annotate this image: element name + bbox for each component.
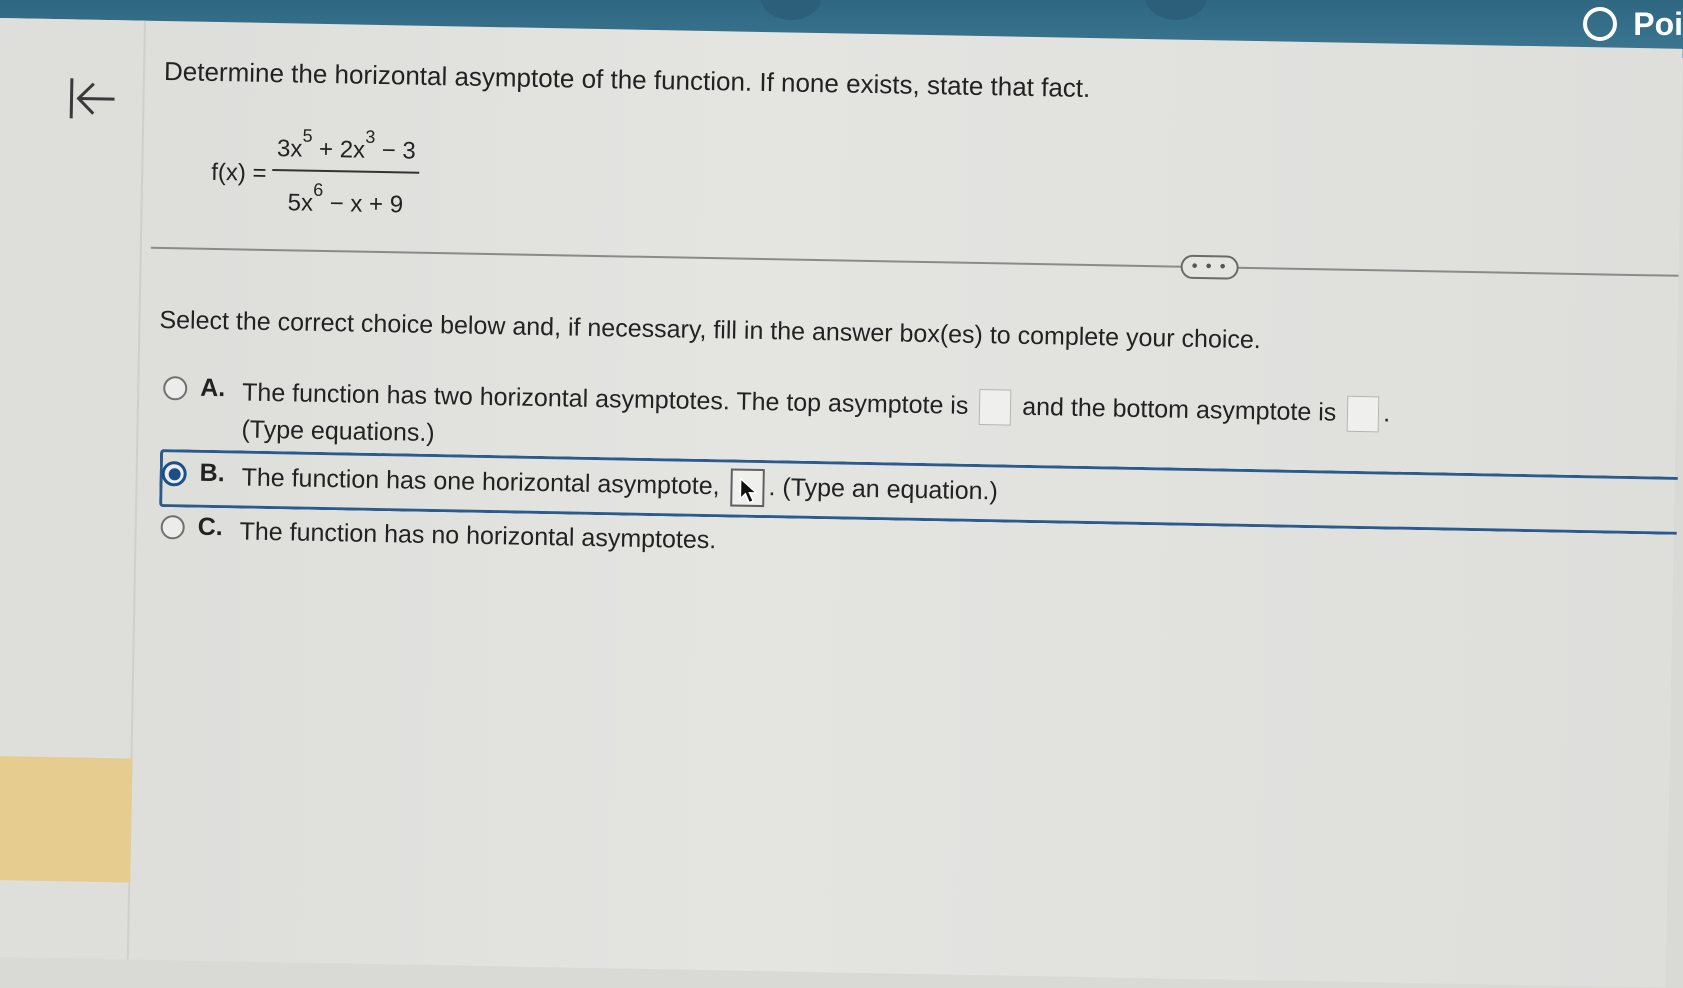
formula-denominator: 5x6 − x + 9 — [283, 171, 407, 219]
question-prompt: Determine the horizontal asymptote of th… — [163, 56, 1091, 103]
denominator-exponent: 6 — [313, 179, 324, 200]
instruction-text: Select the correct choice below and, if … — [159, 305, 1262, 355]
numerator-exponent: 5 — [302, 125, 313, 146]
points-circle-icon — [1583, 7, 1618, 41]
radio-selected-dot — [168, 467, 181, 480]
more-options-button[interactable]: • • • — [1180, 254, 1239, 280]
choice-a-letter: A. — [200, 373, 226, 403]
numerator-term: 3x — [276, 135, 303, 163]
mouse-pointer-icon — [739, 477, 759, 505]
function-formula: f(x) = 3x5 + 2x3 − 3 5x6 − x + 9 — [210, 126, 421, 220]
section-divider — [150, 246, 1679, 277]
formula-lhs: f(x) = — [210, 158, 267, 187]
denominator-term: 5x — [287, 189, 314, 217]
header-shape — [1145, 0, 1207, 20]
choice-b-text-before: The function has one horizontal asymptot… — [241, 463, 720, 501]
formula-fraction: 3x5 + 2x3 − 3 5x6 − x + 9 — [272, 126, 421, 220]
choice-b-hint: . (Type an equation.) — [768, 473, 999, 506]
choice-c-letter: C. — [197, 512, 223, 542]
points-label: Poi — [1633, 5, 1683, 42]
top-asymptote-input[interactable] — [978, 389, 1012, 426]
points-indicator[interactable]: Poi — [1583, 6, 1683, 42]
denominator-term: − x + 9 — [322, 189, 404, 219]
choice-a-text-before: The function has two horizontal asymptot… — [241, 378, 969, 420]
numerator-term: + 2x — [312, 135, 366, 164]
choice-a-text-middle: and the bottom asymptote is — [1022, 392, 1337, 427]
sidebar-highlight — [0, 755, 133, 883]
choice-b-letter: B. — [199, 458, 225, 488]
header-shape — [760, 0, 822, 20]
formula-numerator: 3x5 + 2x3 − 3 — [272, 126, 421, 174]
choice-c-text: The function has no horizontal asymptote… — [239, 517, 717, 555]
choice-c-radio[interactable] — [160, 515, 185, 540]
choice-c[interactable]: C. The function has no horizontal asympt… — [160, 512, 716, 558]
choice-b-radio[interactable] — [161, 461, 187, 487]
bottom-asymptote-input[interactable] — [1346, 396, 1380, 433]
asymptote-equation-input[interactable] — [730, 468, 765, 508]
choice-a-text-end: . — [1382, 399, 1391, 428]
choice-a-hint: (Type equations.) — [241, 415, 435, 448]
question-page: Determine the horizontal asymptote of th… — [0, 18, 1683, 988]
collapse-left-icon[interactable] — [68, 75, 119, 122]
numerator-exponent: 3 — [365, 126, 376, 147]
choice-a-radio[interactable] — [163, 376, 188, 401]
numerator-term: − 3 — [374, 136, 417, 165]
